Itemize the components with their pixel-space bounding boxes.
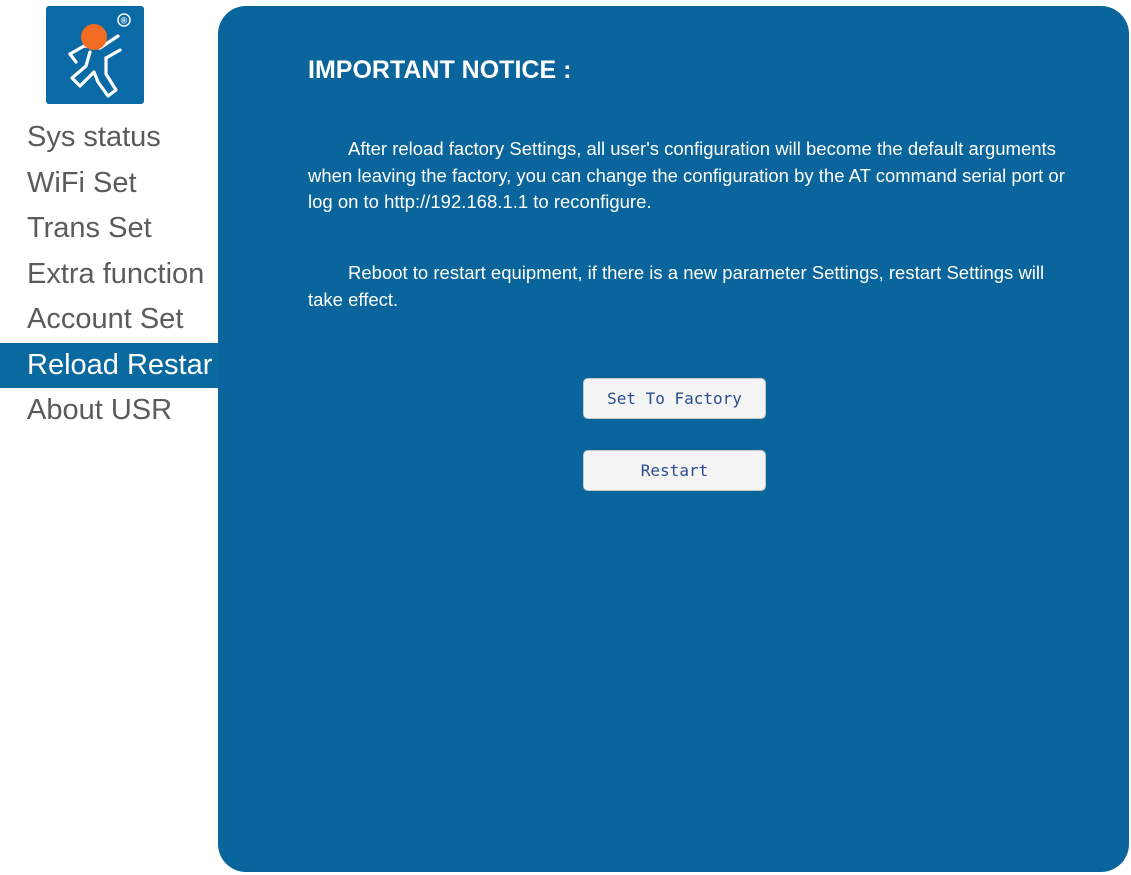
sidebar-item-extra-function[interactable]: Extra function (0, 252, 218, 298)
notice-paragraph-factory: After reload factory Settings, all user'… (308, 138, 1065, 212)
usr-logo: ® (46, 6, 144, 104)
sidebar-nav: Sys status WiFi Set Trans Set Extra func… (0, 115, 218, 434)
sidebar-item-about-usr[interactable]: About USR (0, 388, 218, 434)
sidebar-item-account-set[interactable]: Account Set (0, 297, 218, 343)
notice-title: IMPORTANT NOTICE : (308, 56, 572, 84)
notice-panel: IMPORTANT NOTICE : After reload factory … (218, 6, 1129, 872)
set-to-factory-button[interactable]: Set To Factory (583, 378, 766, 419)
sidebar-item-trans-set[interactable]: Trans Set (0, 206, 218, 252)
registered-mark: ® (121, 16, 128, 26)
sidebar-item-reload-restart[interactable]: Reload Restar (0, 342, 218, 388)
restart-button[interactable]: Restart (583, 450, 766, 491)
sidebar-item-sys-status[interactable]: Sys status (0, 115, 218, 161)
sidebar-item-wifi-set[interactable]: WiFi Set (0, 161, 218, 207)
notice-paragraph-reboot: Reboot to restart equipment, if there is… (308, 262, 1045, 310)
